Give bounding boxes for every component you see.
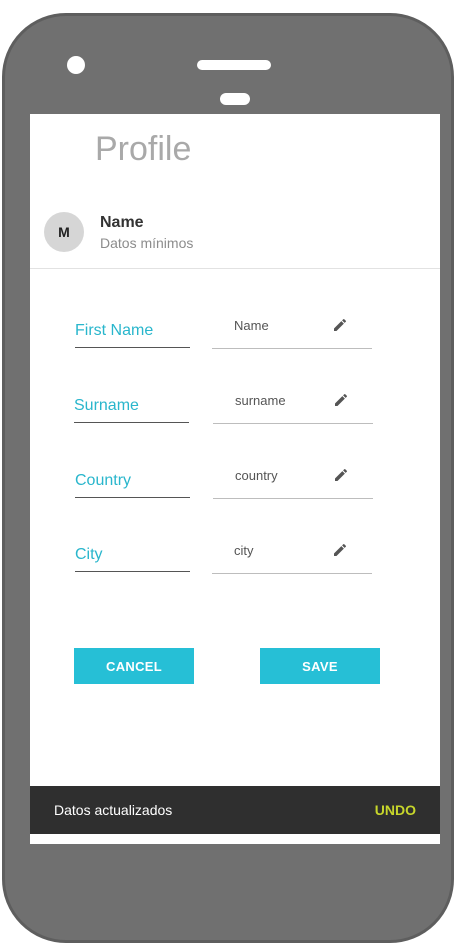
pencil-icon[interactable] bbox=[332, 317, 348, 333]
country-value: country bbox=[235, 468, 278, 483]
save-button[interactable]: SAVE bbox=[260, 648, 380, 684]
surname-field[interactable]: surname bbox=[213, 387, 373, 424]
pencil-icon[interactable] bbox=[332, 542, 348, 558]
profile-summary: M Name Datos mínimos bbox=[30, 206, 440, 269]
camera-icon bbox=[67, 56, 85, 74]
undo-button[interactable]: UNDO bbox=[375, 802, 416, 818]
first-name-value: Name bbox=[234, 318, 269, 333]
snackbar-message: Datos actualizados bbox=[54, 802, 173, 818]
pencil-icon[interactable] bbox=[333, 392, 349, 408]
app-screen: Profile M Name Datos mínimos First Name … bbox=[30, 114, 440, 844]
first-name-field[interactable]: Name bbox=[212, 312, 372, 349]
cancel-button[interactable]: CANCEL bbox=[74, 648, 194, 684]
phone-frame: Profile M Name Datos mínimos First Name … bbox=[2, 13, 454, 943]
surname-label: Surname bbox=[74, 397, 189, 423]
city-label: City bbox=[75, 546, 190, 572]
profile-subtitle: Datos mínimos bbox=[100, 235, 194, 251]
surname-value: surname bbox=[235, 393, 286, 408]
first-name-label: First Name bbox=[75, 322, 190, 348]
country-label: Country bbox=[75, 472, 190, 498]
speaker-grille bbox=[197, 60, 271, 70]
snackbar: Datos actualizados UNDO bbox=[30, 786, 440, 834]
city-field[interactable]: city bbox=[212, 537, 372, 574]
country-field[interactable]: country bbox=[213, 462, 373, 499]
avatar: M bbox=[44, 212, 84, 252]
sensor-icon bbox=[220, 93, 250, 105]
page-title: Profile bbox=[95, 130, 192, 168]
city-value: city bbox=[234, 543, 254, 558]
pencil-icon[interactable] bbox=[333, 467, 349, 483]
profile-name: Name bbox=[100, 214, 144, 231]
